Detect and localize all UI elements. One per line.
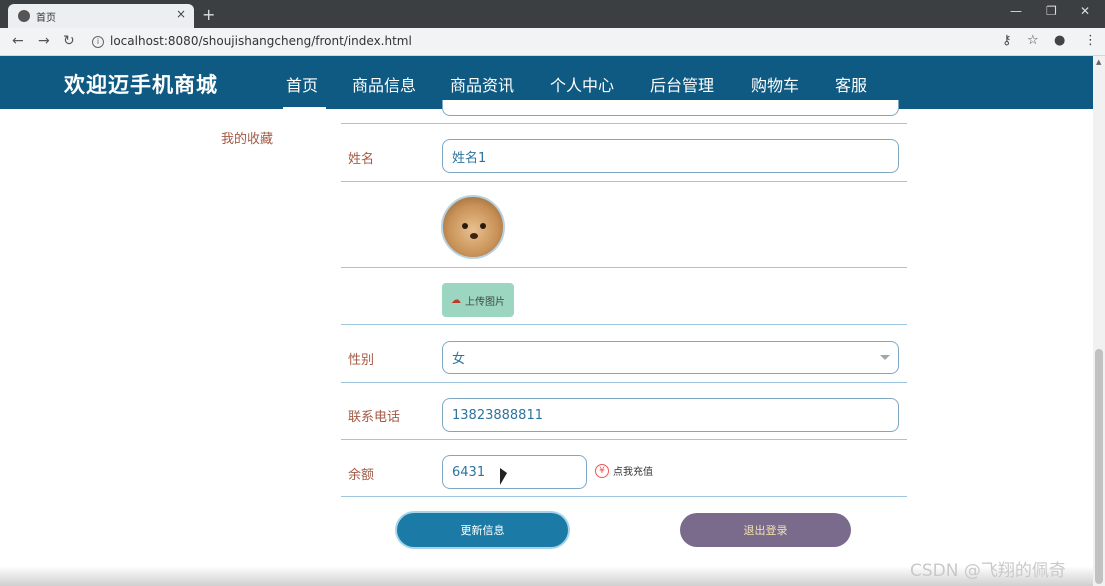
window-close-button[interactable]: ✕ bbox=[1080, 4, 1090, 18]
nav-cart[interactable]: 购物车 bbox=[751, 72, 799, 96]
phone-label: 联系电话 bbox=[348, 410, 401, 425]
scroll-thumb[interactable] bbox=[1095, 349, 1103, 584]
recharge-link[interactable]: ¥ 点我充值 bbox=[595, 463, 653, 478]
balance-label: 余额 bbox=[348, 468, 375, 483]
divider bbox=[341, 181, 907, 182]
key-icon[interactable]: ⚷ bbox=[1002, 33, 1012, 48]
account-icon[interactable]: ● bbox=[1054, 33, 1065, 48]
window-restore-button[interactable]: ❐ bbox=[1046, 4, 1057, 18]
logout-button[interactable]: 退出登录 bbox=[680, 513, 851, 547]
divider bbox=[341, 382, 907, 383]
reload-icon[interactable]: ↻ bbox=[63, 33, 75, 49]
nav-admin[interactable]: 后台管理 bbox=[650, 72, 714, 96]
tab-close-icon[interactable]: × bbox=[176, 7, 186, 21]
divider bbox=[341, 496, 907, 497]
name-label: 姓名 bbox=[348, 152, 375, 167]
name-input[interactable]: 姓名1 bbox=[442, 139, 899, 173]
avatar-eye bbox=[480, 223, 486, 229]
star-icon[interactable]: ☆ bbox=[1027, 33, 1039, 48]
site-brand[interactable]: 欢迎迈手机商城 bbox=[64, 69, 218, 99]
info-icon[interactable]: i bbox=[92, 35, 104, 48]
gender-select[interactable]: 女 bbox=[442, 341, 899, 374]
url-text: localhost:8080/shoujishangcheng/front/in… bbox=[110, 34, 412, 48]
nav-news[interactable]: 商品资讯 bbox=[450, 72, 514, 96]
url-field[interactable]: i localhost:8080/shoujishangcheng/front/i… bbox=[92, 34, 412, 48]
balance-input[interactable]: 6431 bbox=[442, 455, 587, 489]
gender-value: 女 bbox=[452, 352, 466, 367]
yen-icon: ¥ bbox=[595, 463, 609, 478]
nav-products[interactable]: 商品信息 bbox=[352, 72, 416, 96]
new-tab-button[interactable]: + bbox=[202, 5, 215, 24]
browser-tab[interactable]: 首页 × bbox=[8, 4, 194, 28]
nav-active-indicator bbox=[283, 107, 326, 110]
upload-label: 上传图片 bbox=[465, 296, 505, 308]
phone-input[interactable]: 13823888811 bbox=[442, 398, 899, 432]
divider bbox=[341, 324, 907, 325]
divider bbox=[341, 439, 907, 440]
divider bbox=[341, 123, 907, 124]
upload-image-button[interactable]: ☁ 上传图片 bbox=[442, 283, 514, 317]
avatar bbox=[441, 195, 505, 259]
mouse-cursor-icon bbox=[500, 468, 507, 485]
nav-home[interactable]: 首页 bbox=[286, 72, 318, 96]
forward-arrow-icon[interactable]: → bbox=[38, 33, 50, 49]
page-scrollbar[interactable]: ▲ bbox=[1093, 56, 1105, 586]
address-bar: ← → ↻ i localhost:8080/shoujishangcheng/f… bbox=[0, 28, 1105, 56]
nav-personal-center[interactable]: 个人中心 bbox=[550, 72, 614, 96]
cloud-upload-icon: ☁ bbox=[451, 294, 461, 306]
update-info-button[interactable]: 更新信息 bbox=[397, 513, 568, 547]
divider bbox=[341, 267, 907, 268]
avatar-nose bbox=[470, 233, 478, 239]
window-minimize-button[interactable]: — bbox=[1010, 4, 1022, 18]
globe-icon bbox=[18, 10, 30, 22]
sidebar-item-favorites[interactable]: 我的收藏 bbox=[221, 128, 273, 147]
browser-tab-bar: 首页 × + — ❐ ✕ bbox=[0, 0, 1105, 28]
nav-customer-service[interactable]: 客服 bbox=[835, 72, 867, 96]
scroll-up-icon[interactable]: ▲ bbox=[1096, 58, 1101, 66]
avatar-eye bbox=[462, 223, 468, 229]
watermark: CSDN @飞翔的佩奇 bbox=[910, 561, 1066, 581]
chevron-down-icon bbox=[880, 355, 890, 360]
partial-field[interactable] bbox=[442, 100, 899, 116]
recharge-label: 点我充值 bbox=[613, 467, 653, 478]
gender-label: 性别 bbox=[348, 353, 375, 368]
tab-title: 首页 bbox=[36, 13, 56, 24]
back-arrow-icon[interactable]: ← bbox=[12, 33, 24, 49]
menu-kebab-icon[interactable]: ⋮ bbox=[1084, 33, 1097, 48]
